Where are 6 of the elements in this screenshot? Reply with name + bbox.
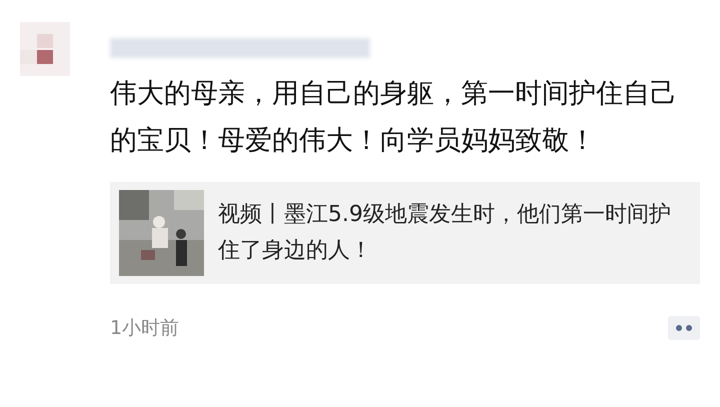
comment-icon[interactable] — [668, 316, 700, 340]
link-card[interactable]: 视频丨墨江5.9级地震发生时，他们第一时间护住了身边的人！ — [110, 182, 700, 284]
post-time: 1小时前 — [110, 316, 180, 341]
post-text: 伟大的母亲，用自己的身躯，第一时间护住自己的宝贝！母爱的伟大！向学员妈妈致敬！ — [110, 77, 678, 158]
link-title: 视频丨墨江5.9级地震发生时，他们第一时间护住了身边的人！ — [218, 201, 672, 265]
avatar[interactable] — [20, 22, 70, 76]
